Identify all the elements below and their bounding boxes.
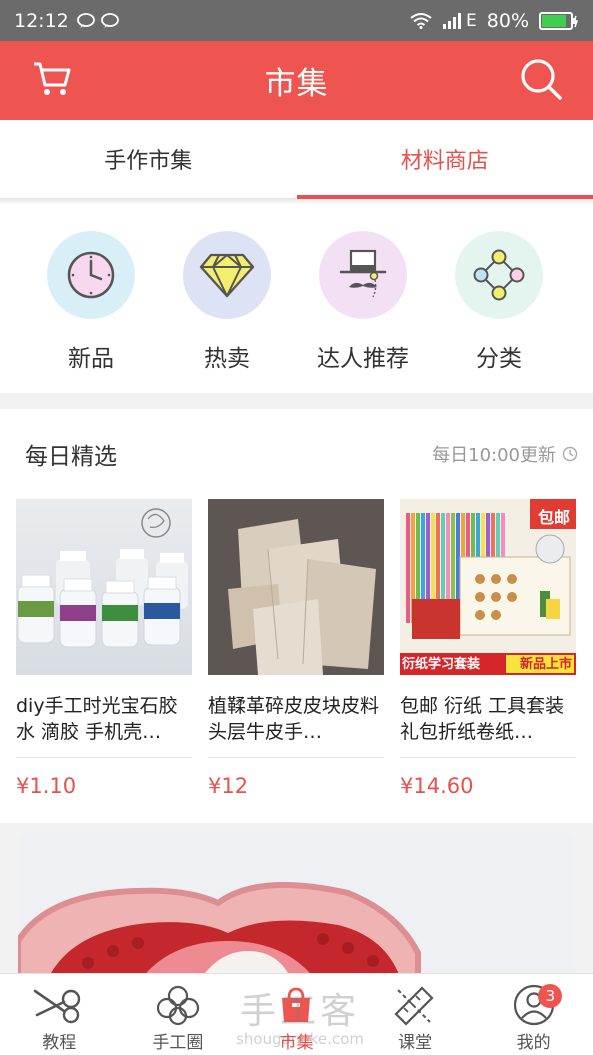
update-time-text: 每日10:00更新 (432, 441, 556, 467)
nav-tutorial[interactable]: 教程 (0, 974, 119, 1055)
product-card[interactable]: 包邮 衍纸学习套装 新品上市 包邮 衍纸 工具套装 礼包折纸卷纸… ¥14.60 (400, 499, 576, 798)
nodes-icon (455, 231, 543, 319)
product-price: ¥1.10 (16, 774, 192, 798)
image-strip-right: 新品上市 (520, 653, 572, 672)
chat-icon (77, 13, 97, 29)
nav-label: 手工圈 (152, 1028, 203, 1053)
status-time: 12:12 (14, 10, 69, 32)
category-label: 热卖 (204, 339, 250, 373)
category-label: 分类 (476, 339, 522, 373)
bag-icon (276, 984, 316, 1026)
category-new[interactable]: 新品 (23, 205, 159, 393)
daily-picks-section: 每日精选 每日10:00更新 (0, 409, 593, 823)
promo-banner[interactable] (18, 833, 575, 983)
nav-label: 我的 (517, 1028, 551, 1053)
cart-icon[interactable] (32, 59, 72, 103)
status-bar: 12:12 E 80% (0, 0, 593, 41)
product-card[interactable]: diy手工时光宝石胶水 滴胶 手机壳… ¥1.10 (16, 499, 192, 798)
free-shipping-tag: 包邮 (538, 504, 570, 528)
product-price: ¥12 (208, 774, 384, 798)
nav-label: 课堂 (398, 1028, 432, 1053)
product-image (208, 499, 384, 675)
tab-material-store[interactable]: 材料商店 (297, 120, 593, 198)
bottom-nav: 教程 手工圈 市集 课堂 我的 3 (0, 973, 593, 1055)
chat-notification-icons (77, 13, 121, 29)
nav-mine[interactable]: 我的 3 (474, 974, 593, 1055)
nav-circle[interactable]: 手工圈 (119, 974, 238, 1055)
notification-badge: 3 (538, 984, 562, 1008)
ruler-pencil-icon (392, 984, 438, 1026)
market-tabs: 手作市集 材料商店 (0, 120, 593, 199)
flower-icon (155, 984, 201, 1026)
gentleman-icon (319, 231, 407, 319)
product-name: 包邮 衍纸 工具套装 礼包折纸卷纸… (400, 693, 576, 745)
nav-classroom[interactable]: 课堂 (356, 974, 475, 1055)
network-type: E (466, 11, 477, 31)
image-strip-left: 衍纸学习套装 (402, 653, 480, 672)
product-image (16, 499, 192, 675)
category-label: 达人推荐 (317, 339, 409, 373)
clock-small-icon (562, 446, 578, 462)
category-hot[interactable]: 热卖 (159, 205, 295, 393)
search-icon[interactable] (519, 57, 563, 105)
nav-label: 市集 (279, 1028, 313, 1053)
product-image: 包邮 衍纸学习套装 新品上市 (400, 499, 576, 675)
category-classify[interactable]: 分类 (431, 205, 567, 393)
product-price: ¥14.60 (400, 774, 576, 798)
chat-icon (101, 13, 121, 29)
battery-percent: 80% (487, 10, 529, 32)
tab-handmade-market[interactable]: 手作市集 (0, 120, 297, 198)
product-name: diy手工时光宝石胶水 滴胶 手机壳… (16, 693, 192, 745)
nav-label: 教程 (42, 1028, 76, 1053)
diamond-icon (183, 231, 271, 319)
section-title: 每日精选 (25, 437, 117, 471)
product-list: diy手工时光宝石胶水 滴胶 手机壳… ¥1.10 植鞣革碎皮皮块皮料头层牛皮手… (16, 499, 593, 798)
product-name: 植鞣革碎皮皮块皮料头层牛皮手… (208, 693, 384, 745)
category-expert-picks[interactable]: 达人推荐 (295, 205, 431, 393)
product-card[interactable]: 植鞣革碎皮皮块皮料头层牛皮手… ¥12 (208, 499, 384, 798)
scissors-icon (33, 984, 85, 1026)
clock-icon (47, 231, 135, 319)
page-title: 市集 (265, 58, 329, 103)
category-label: 新品 (68, 339, 114, 373)
app-header: 市集 (0, 41, 593, 120)
nav-market[interactable]: 市集 (237, 974, 356, 1055)
signal-icon (442, 13, 462, 29)
category-shortcuts: 新品 热卖 达人推荐 分类 (0, 205, 593, 393)
battery-icon (539, 12, 579, 30)
wifi-icon (410, 13, 432, 29)
